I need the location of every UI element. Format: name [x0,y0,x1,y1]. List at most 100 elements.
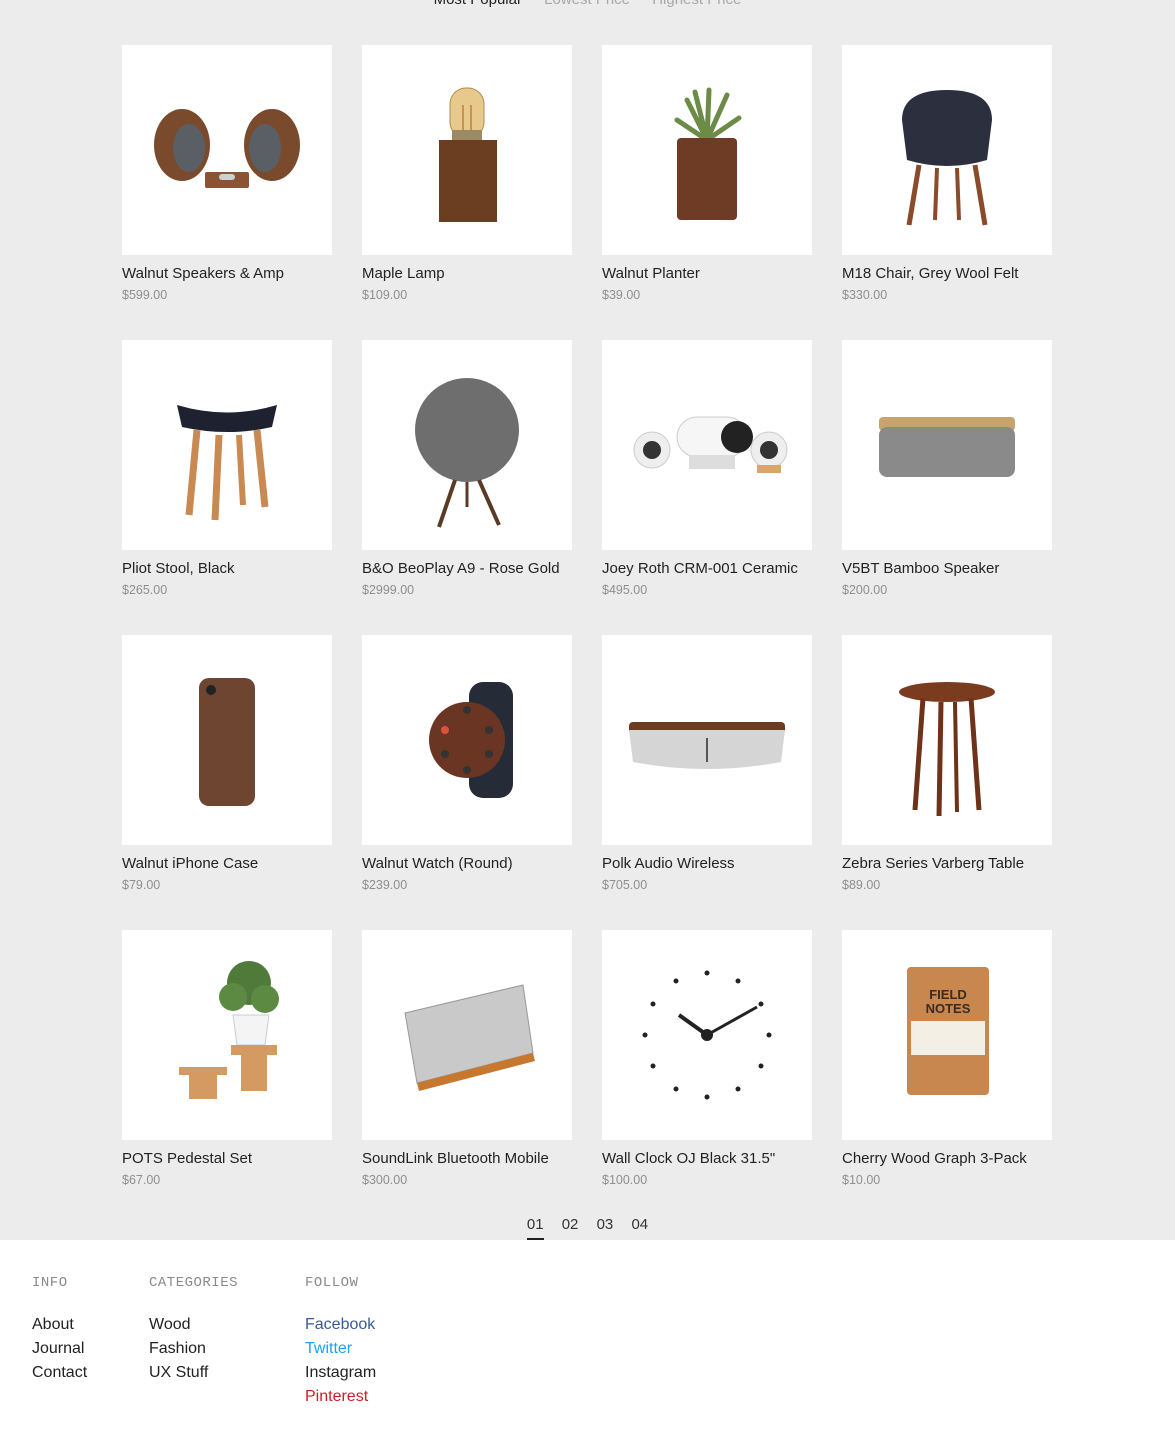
product-card[interactable]: Polk Audio Wireless $705.00 [602,635,813,930]
footer-link-contact[interactable]: Contact [32,1361,87,1385]
stool-icon [177,405,277,521]
product-name[interactable]: Joey Roth CRM-001 Ceramic [602,560,813,577]
sort-bar: Most Popular Lowest Price Highest Price [0,0,1175,8]
footer-follow: FOLLOW Facebook Twitter Instagram Pinter… [305,1275,376,1409]
footer-categories: CATEGORIES Wood Fashion UX Stuff [149,1275,238,1385]
product-image[interactable] [842,340,1052,550]
footer-link-wood[interactable]: Wood [149,1313,238,1337]
watch-icon [429,682,513,798]
product-name[interactable]: M18 Chair, Grey Wool Felt [842,265,1053,282]
sort-highest-price[interactable]: Highest Price [652,0,741,8]
product-image[interactable] [122,930,332,1140]
product-price: $200.00 [842,583,888,597]
product-name[interactable]: Cherry Wood Graph 3-Pack [842,1150,1053,1167]
product-grid: Walnut Speakers & Amp $599.00 Maple Lamp… [122,45,1053,1225]
product-card[interactable]: Walnut Watch (Round) $239.00 [362,635,573,930]
footer-link-fashion[interactable]: Fashion [149,1337,238,1361]
product-name[interactable]: Walnut Watch (Round) [362,855,573,872]
product-price: $330.00 [842,288,888,302]
product-card[interactable]: Walnut iPhone Case $79.00 [122,635,333,930]
product-price: $89.00 [842,878,881,892]
product-image[interactable] [602,45,812,255]
page-1[interactable]: 01 [526,1216,544,1240]
chair-icon [902,90,992,226]
product-image[interactable] [362,930,572,1140]
product-price: $239.00 [362,878,408,892]
product-name[interactable]: POTS Pedestal Set [122,1150,333,1167]
product-image[interactable] [122,635,332,845]
product-image[interactable] [602,340,812,550]
footer-follow-title: FOLLOW [305,1275,359,1291]
product-image[interactable] [602,930,812,1140]
product-card[interactable]: B&O BeoPlay A9 - Rose Gold $2999.00 [362,340,573,635]
footer-categories-title: CATEGORIES [149,1275,239,1291]
product-price: $10.00 [842,1173,881,1187]
product-card[interactable]: Walnut Planter $39.00 [602,45,813,340]
product-image[interactable] [362,45,572,255]
product-price: $599.00 [122,288,168,302]
product-card[interactable]: Joey Roth CRM-001 Ceramic $495.00 [602,340,813,635]
wireless-speaker-icon [629,722,785,769]
product-name[interactable]: Walnut Speakers & Amp [122,265,333,282]
product-card[interactable]: SoundLink Bluetooth Mobile $300.00 [362,930,573,1225]
product-card[interactable]: Walnut Speakers & Amp $599.00 [122,45,333,340]
product-price: $300.00 [362,1173,408,1187]
product-price: $39.00 [602,288,641,302]
product-card[interactable]: Wall Clock OJ Black 31.5" $100.00 [602,930,813,1225]
page-4[interactable]: 04 [631,1216,648,1238]
product-price: $109.00 [362,288,408,302]
footer-link-instagram[interactable]: Instagram [305,1361,376,1385]
product-name[interactable]: Pliot Stool, Black [122,560,333,577]
product-image[interactable] [122,340,332,550]
product-name[interactable]: B&O BeoPlay A9 - Rose Gold [362,560,573,577]
product-card[interactable]: Pliot Stool, Black $265.00 [122,340,333,635]
product-name[interactable]: V5BT Bamboo Speaker [842,560,1053,577]
wall-clock-icon [642,970,772,1100]
product-price: $705.00 [602,878,648,892]
product-price: $2999.00 [362,583,415,597]
product-name[interactable]: SoundLink Bluetooth Mobile [362,1150,573,1167]
pagination: 01 02 03 04 [0,1216,1175,1240]
product-card[interactable]: POTS Pedestal Set $67.00 [122,930,333,1225]
footer-link-about[interactable]: About [32,1313,87,1337]
lamp-icon [439,87,497,222]
footer-info-title: INFO [32,1275,68,1291]
product-name[interactable]: Walnut iPhone Case [122,855,333,872]
product-image[interactable] [842,45,1052,255]
product-name[interactable]: Zebra Series Varberg Table [842,855,1053,872]
sort-most-popular[interactable]: Most Popular [434,0,522,8]
product-name[interactable]: Polk Audio Wireless [602,855,813,872]
product-card[interactable]: Zebra Series Varberg Table $89.00 [842,635,1053,930]
product-image[interactable] [842,635,1052,845]
product-price: $265.00 [122,583,168,597]
sort-lowest-price[interactable]: Lowest Price [544,0,630,8]
product-image[interactable] [602,635,812,845]
svg-text:NOTES: NOTES [926,1001,971,1016]
product-image[interactable] [122,45,332,255]
footer-link-ux-stuff[interactable]: UX Stuff [149,1361,238,1385]
side-table-icon [899,682,995,817]
product-image[interactable] [362,635,572,845]
product-name[interactable]: Wall Clock OJ Black 31.5" [602,1150,813,1167]
footer-link-twitter[interactable]: Twitter [305,1337,376,1361]
footer-link-pinterest[interactable]: Pinterest [305,1385,376,1409]
page-3[interactable]: 03 [597,1216,614,1238]
round-speaker-icon [415,378,519,528]
bamboo-speaker-icon [879,417,1015,477]
product-card[interactable]: Maple Lamp $109.00 [362,45,573,340]
phone-case-icon [199,678,255,806]
product-price: $67.00 [122,1173,161,1187]
product-image[interactable] [362,340,572,550]
product-price: $100.00 [602,1173,648,1187]
product-listing: Most Popular Lowest Price Highest Price … [0,0,1175,1240]
page-2[interactable]: 02 [562,1216,579,1238]
footer-link-journal[interactable]: Journal [32,1337,87,1361]
product-card[interactable]: V5BT Bamboo Speaker $200.00 [842,340,1053,635]
product-price: $79.00 [122,878,161,892]
product-image[interactable]: FIELD NOTES [842,930,1052,1140]
product-name[interactable]: Maple Lamp [362,265,573,282]
product-card[interactable]: M18 Chair, Grey Wool Felt $330.00 [842,45,1053,340]
product-card[interactable]: FIELD NOTES Cherry Wood Graph 3-Pack $10… [842,930,1053,1225]
product-name[interactable]: Walnut Planter [602,265,813,282]
footer-link-facebook[interactable]: Facebook [305,1313,376,1337]
